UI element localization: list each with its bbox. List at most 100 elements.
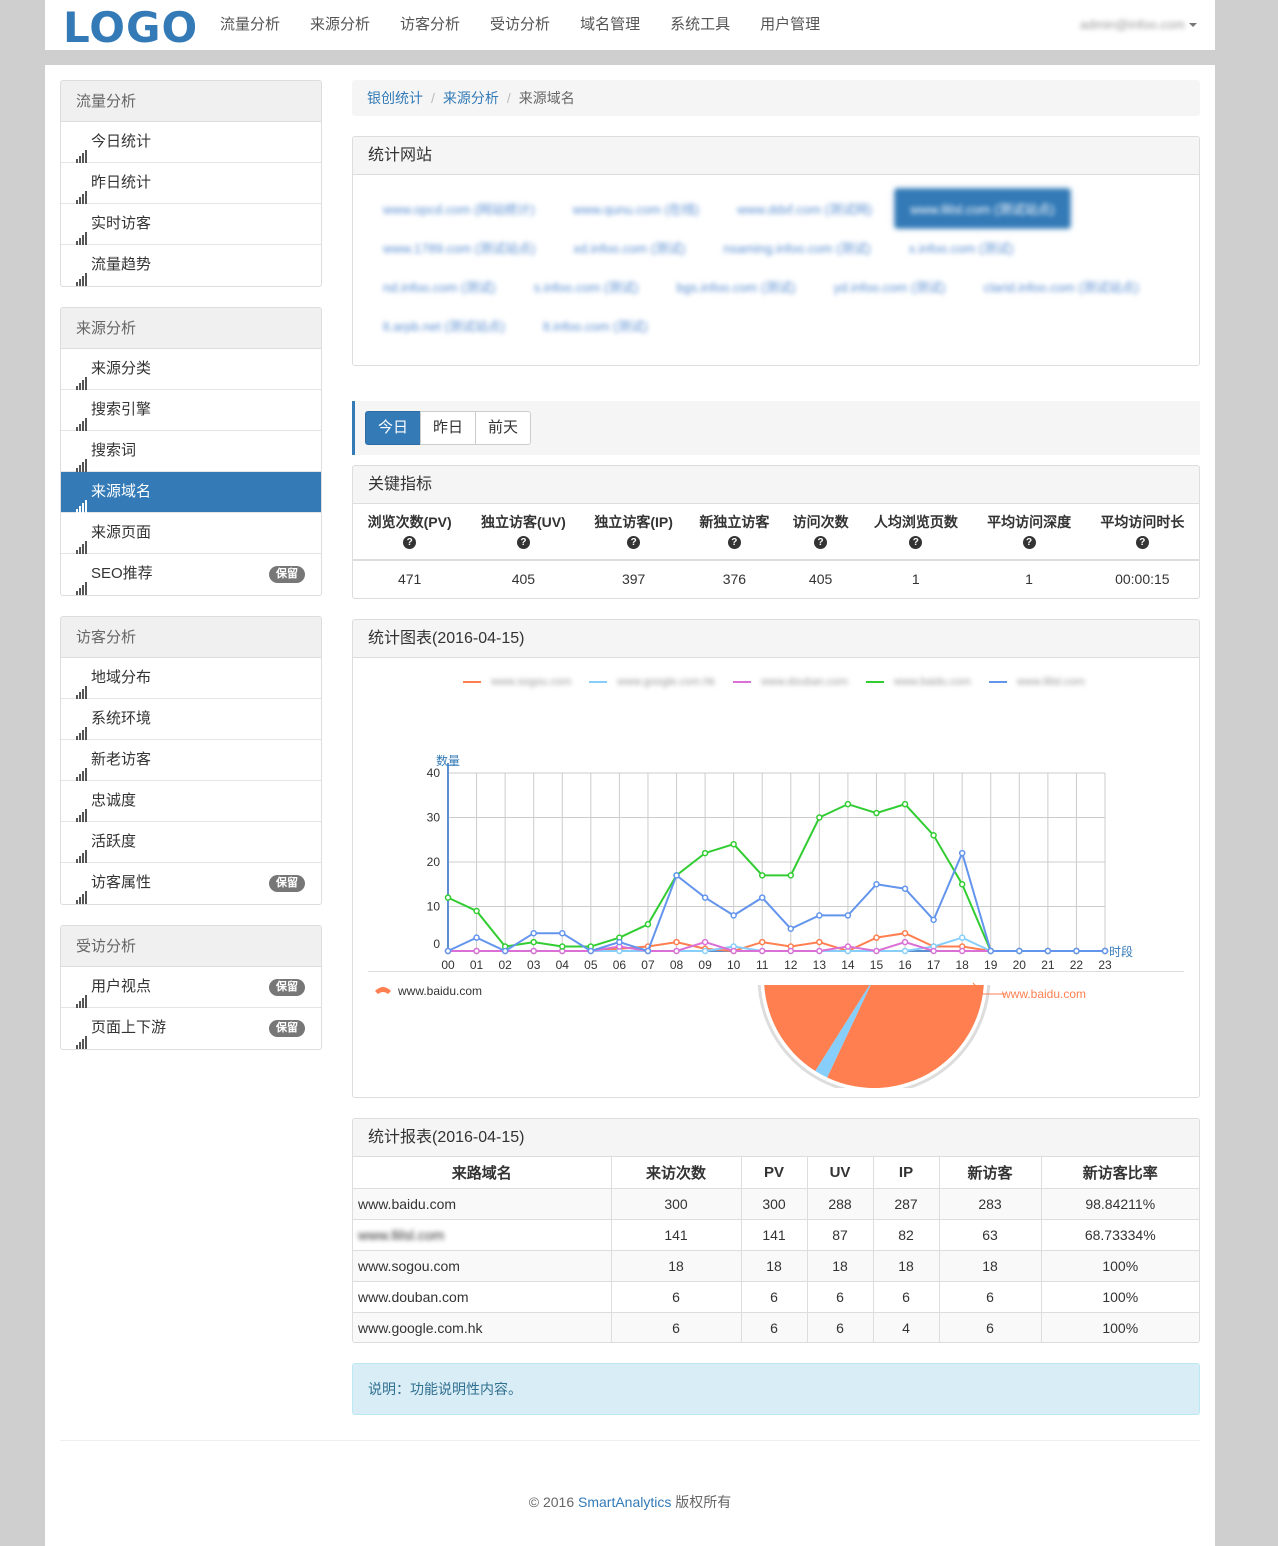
data-point[interactable] xyxy=(958,849,966,857)
site-link[interactable]: s.infoo.com (测试) xyxy=(519,267,654,306)
data-point[interactable] xyxy=(473,934,480,941)
pie-slice[interactable] xyxy=(764,978,984,1088)
data-point[interactable] xyxy=(873,809,880,817)
site-link[interactable]: nsaming.infoo.com (测试) xyxy=(708,228,885,267)
sidebar-item[interactable]: 来源分类 xyxy=(61,349,321,390)
question-icon[interactable]: ? xyxy=(403,536,417,549)
footer-brand-link[interactable]: SmartAnalytics xyxy=(578,1494,671,1510)
data-point[interactable] xyxy=(501,947,509,955)
day-before-button[interactable]: 前天 xyxy=(475,411,532,445)
site-link[interactable]: xd.infoo.com (测试) xyxy=(558,228,700,267)
data-point[interactable] xyxy=(644,921,652,928)
sidebar-item[interactable]: 系统环境 xyxy=(61,699,321,740)
sidebar-item[interactable]: 搜索引擎 xyxy=(61,390,321,431)
data-point[interactable] xyxy=(844,943,852,950)
sidebar-item[interactable]: 访客属性 保留 xyxy=(61,863,321,904)
data-point[interactable] xyxy=(530,947,537,955)
data-point[interactable] xyxy=(559,929,566,937)
question-icon[interactable]: ? xyxy=(627,536,641,549)
data-point[interactable] xyxy=(758,872,766,879)
user-menu[interactable]: admin@infoo.com xyxy=(1080,0,1197,50)
data-point[interactable] xyxy=(587,947,595,955)
sidebar-item[interactable]: 流量趋势 xyxy=(61,245,321,286)
data-point[interactable] xyxy=(730,947,737,955)
data-point[interactable] xyxy=(844,912,852,919)
pie-legend-item[interactable]: www.baidu.com xyxy=(375,984,482,998)
data-point[interactable] xyxy=(673,872,680,879)
data-point[interactable] xyxy=(1044,947,1052,955)
data-point[interactable] xyxy=(901,800,909,808)
nav-visitor[interactable]: 访客分析 xyxy=(385,0,475,50)
data-point[interactable] xyxy=(816,938,823,946)
nav-traffic[interactable]: 流量分析 xyxy=(205,0,295,50)
sidebar-item[interactable]: 昨日统计 xyxy=(61,163,321,204)
question-icon[interactable]: ? xyxy=(1135,536,1149,549)
sidebar-item[interactable]: 页面上下游 保留 xyxy=(61,1008,321,1049)
data-point[interactable] xyxy=(958,947,966,955)
sidebar-item[interactable]: 实时访客 xyxy=(61,204,321,245)
legend-item[interactable]: www.google.com.hk xyxy=(589,676,721,688)
data-point[interactable] xyxy=(1016,947,1023,955)
site-link[interactable]: www.qunu.com (在线) xyxy=(558,189,714,228)
legend-item[interactable]: www.sogou.com xyxy=(463,676,577,688)
data-point[interactable] xyxy=(873,934,880,941)
data-point[interactable] xyxy=(958,881,966,888)
site-link[interactable]: www.ddxf.com (测试网) xyxy=(722,189,887,228)
data-point[interactable] xyxy=(844,800,852,808)
sidebar-item[interactable]: 来源域名 xyxy=(61,472,321,513)
sidebar-item[interactable]: 新老访客 xyxy=(61,740,321,781)
question-icon[interactable]: ? xyxy=(909,536,923,549)
data-point[interactable] xyxy=(958,934,966,941)
nav-pages[interactable]: 受访分析 xyxy=(475,0,565,50)
data-point[interactable] xyxy=(787,947,795,955)
data-point[interactable] xyxy=(473,947,480,955)
data-point[interactable] xyxy=(987,947,994,955)
data-point[interactable] xyxy=(644,947,652,955)
data-point[interactable] xyxy=(559,943,566,950)
data-point[interactable] xyxy=(758,947,766,955)
site-link[interactable]: www.llilsl.com (测试站点) xyxy=(895,189,1070,228)
site-link[interactable]: x.infoo.com (测试) xyxy=(894,228,1029,267)
site-link[interactable]: lt.infoo.com (测试) xyxy=(528,306,663,345)
data-point[interactable] xyxy=(701,894,709,901)
data-point[interactable] xyxy=(930,947,937,955)
sidebar-item[interactable]: 来源页面 xyxy=(61,513,321,554)
data-point[interactable] xyxy=(901,938,909,946)
data-point[interactable] xyxy=(530,929,537,937)
data-point[interactable] xyxy=(673,947,680,955)
data-point[interactable] xyxy=(873,947,880,955)
site-link[interactable]: lt.arpb.net (测试站点) xyxy=(368,306,520,345)
yesterday-button[interactable]: 昨日 xyxy=(420,411,477,445)
data-point[interactable] xyxy=(473,907,480,915)
data-point[interactable] xyxy=(444,947,452,955)
data-point[interactable] xyxy=(701,947,709,955)
question-icon[interactable]: ? xyxy=(1022,536,1036,549)
data-point[interactable] xyxy=(758,938,766,946)
data-point[interactable] xyxy=(873,881,880,888)
site-link[interactable]: bgs.infoo.com (测试) xyxy=(661,267,810,306)
nav-source[interactable]: 来源分析 xyxy=(295,0,385,50)
data-point[interactable] xyxy=(787,925,795,932)
site-link[interactable]: www.1789.com (测试站点) xyxy=(368,228,550,267)
legend-item[interactable]: www.douban.com xyxy=(733,676,854,688)
site-link[interactable]: yd.infoo.com (测试) xyxy=(819,267,961,306)
question-icon[interactable]: ? xyxy=(516,536,530,549)
data-point[interactable] xyxy=(816,814,823,821)
data-point[interactable] xyxy=(930,916,937,924)
site-link[interactable]: www.opcd.com (网站统计) xyxy=(368,189,550,228)
data-point[interactable] xyxy=(930,832,937,839)
question-icon[interactable]: ? xyxy=(727,536,741,549)
data-point[interactable] xyxy=(816,947,823,955)
data-point[interactable] xyxy=(701,938,709,946)
legend-item[interactable]: www.llilsl.com xyxy=(988,676,1091,688)
sidebar-item[interactable]: 用户视点 保留 xyxy=(61,967,321,1008)
nav-domains[interactable]: 域名管理 xyxy=(565,0,655,50)
sidebar-item[interactable]: 搜索词 xyxy=(61,431,321,472)
data-point[interactable] xyxy=(730,840,737,848)
sidebar-item[interactable]: 活跃度 xyxy=(61,822,321,863)
today-button[interactable]: 今日 xyxy=(365,411,422,445)
site-link[interactable]: nd.infoo.com (测试) xyxy=(368,267,511,306)
data-point[interactable] xyxy=(530,938,537,946)
nav-tools[interactable]: 系统工具 xyxy=(655,0,745,50)
data-point[interactable] xyxy=(616,938,623,946)
